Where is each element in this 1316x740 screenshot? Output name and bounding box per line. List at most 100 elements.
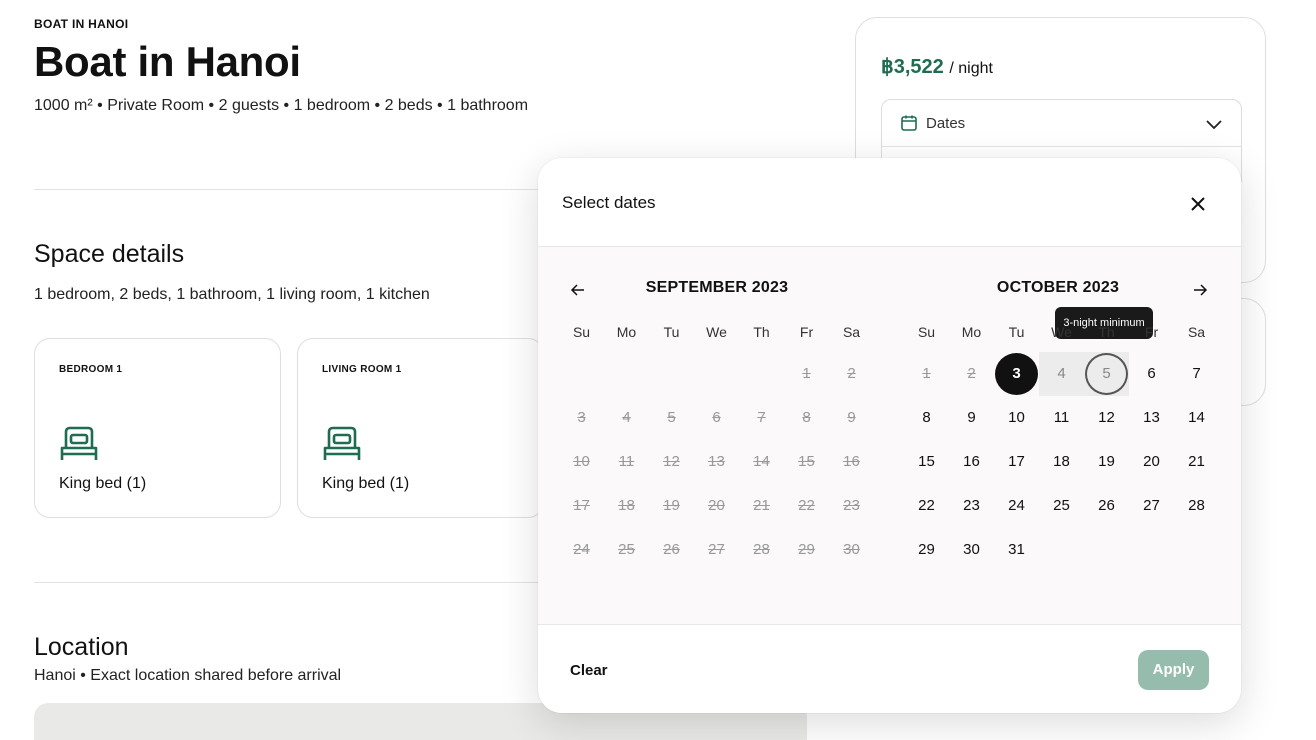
next-month-icon[interactable]	[1191, 281, 1209, 299]
calendar-day: 2	[847, 365, 856, 382]
weekday-header: Fr	[1144, 324, 1159, 340]
calendar-day: 23	[843, 497, 860, 514]
calendar-day: 6	[712, 409, 721, 426]
calendar-day: 3	[577, 409, 586, 426]
calendar-day: 10	[573, 453, 590, 470]
clear-button[interactable]: Clear	[570, 662, 608, 679]
location-summary: Hanoi • Exact location shared before arr…	[34, 667, 342, 684]
calendar-day[interactable]: 11	[1039, 396, 1084, 440]
page-title: Boat in Hanoi	[34, 38, 301, 85]
calendar-day[interactable]: 21	[1174, 440, 1219, 484]
chevron-down-icon	[1206, 120, 1222, 130]
listing-eyebrow: BOAT IN HANOI	[34, 17, 129, 31]
calendar-day[interactable]: 18	[1039, 440, 1084, 484]
calendar-day[interactable]: 12	[1084, 396, 1129, 440]
calendar-day: 27	[708, 541, 725, 558]
bed-description: King bed (1)	[59, 475, 147, 492]
calendar-day: 9	[847, 409, 856, 426]
weekday-header: We	[706, 324, 727, 340]
calendar-day[interactable]: 24	[994, 484, 1039, 528]
calendar-day[interactable]: 10	[994, 396, 1039, 440]
calendar-day: 16	[843, 453, 860, 470]
calendar-day: 22	[798, 497, 815, 514]
month-title-september: SEPTEMBER 2023	[645, 279, 789, 296]
weekday-header: Th	[1098, 324, 1115, 340]
calendar-day[interactable]: 27	[1129, 484, 1174, 528]
calendar-day[interactable]: 13	[1129, 396, 1174, 440]
room-card: BEDROOM 1 King bed (1)	[34, 338, 281, 518]
weekday-header: Su	[572, 324, 591, 340]
weekday-header: Mo	[961, 324, 982, 340]
calendar-day[interactable]: 4	[1039, 352, 1084, 396]
calendar-day: 5	[667, 409, 676, 426]
space-heading: Space details	[34, 240, 185, 268]
calendar-day[interactable]: 3	[994, 352, 1039, 396]
calendar-day[interactable]: 25	[1039, 484, 1084, 528]
weekday-header: Su	[917, 324, 936, 340]
calendar-day[interactable]: 6	[1129, 352, 1174, 396]
calendar-day: 14	[753, 453, 770, 470]
calendar-day[interactable]: 28	[1174, 484, 1219, 528]
weekday-header: Sa	[1187, 324, 1206, 340]
modal-title: Select dates	[562, 193, 656, 212]
calendar-day[interactable]: 16	[949, 440, 994, 484]
room-label: BEDROOM 1	[59, 364, 123, 375]
weekday-header: Fr	[799, 324, 814, 340]
calendar-day: 24	[573, 541, 590, 558]
date-picker-modal: Select dates SEPTEMBER 2023 OCTOBER 2023…	[538, 158, 1241, 713]
calendar-day: 2	[967, 365, 976, 382]
calendar-day: 30	[843, 541, 860, 558]
weekday-header: Mo	[616, 324, 637, 340]
calendar-day[interactable]: 29	[904, 528, 949, 572]
dates-label: Dates	[926, 115, 966, 132]
calendar-day[interactable]: 9	[949, 396, 994, 440]
dates-dropdown[interactable]: Dates	[882, 100, 1241, 147]
weekday-header: Tu	[1008, 324, 1025, 340]
listing-summary: 1000 m² • Private Room • 2 guests • 1 be…	[34, 97, 529, 114]
calendar-day: 18	[618, 497, 635, 514]
close-icon[interactable]	[1185, 191, 1211, 217]
calendar-day: 29	[798, 541, 815, 558]
calendar-day[interactable]: 14	[1174, 396, 1219, 440]
room-label: LIVING ROOM 1	[322, 364, 402, 375]
calendar-day: 20	[708, 497, 725, 514]
bed-description: King bed (1)	[322, 475, 410, 492]
weekday-header: Th	[753, 324, 770, 340]
calendar-day: 7	[757, 409, 766, 426]
calendar-day[interactable]: 17	[994, 440, 1039, 484]
calendar-day[interactable]: 20	[1129, 440, 1174, 484]
calendar-day[interactable]: 8	[904, 396, 949, 440]
price-unit: / night	[949, 60, 993, 77]
calendar-day[interactable]: 31	[994, 528, 1039, 572]
weekday-header: Tu	[663, 324, 680, 340]
calendar-day[interactable]: 26	[1084, 484, 1129, 528]
month-title-october: OCTOBER 2023	[996, 279, 1120, 296]
calendar-day[interactable]: 22	[904, 484, 949, 528]
calendar-day[interactable]: 23	[949, 484, 994, 528]
calendar-day: 15	[798, 453, 815, 470]
calendar-day[interactable]: 15	[904, 440, 949, 484]
price-amount: ฿3,522	[881, 56, 944, 78]
calendar-day: 28	[753, 541, 770, 558]
bed-icon	[323, 426, 361, 460]
calendar-day: 19	[663, 497, 680, 514]
calendar-day: 13	[708, 453, 725, 470]
apply-button[interactable]: Apply	[1138, 650, 1209, 690]
calendar-day: 12	[663, 453, 680, 470]
modal-footer: Clear Apply	[538, 624, 1241, 713]
bed-icon	[60, 426, 98, 460]
modal-header: Select dates	[538, 158, 1241, 247]
calendar-day: 11	[618, 453, 635, 470]
calendar-day[interactable]: 19	[1084, 440, 1129, 484]
calendar-day[interactable]: 30	[949, 528, 994, 572]
calendar-day: 26	[663, 541, 680, 558]
calendar-day: 1	[922, 365, 931, 382]
calendar-day: 21	[753, 497, 770, 514]
calendar-day[interactable]: 5	[1084, 352, 1129, 396]
weekday-header: Sa	[842, 324, 861, 340]
calendar-day: 17	[573, 497, 590, 514]
calendar-icon	[901, 115, 917, 131]
calendar-day[interactable]: 7	[1174, 352, 1219, 396]
calendar-day: 4	[622, 409, 631, 426]
space-summary: 1 bedroom, 2 beds, 1 bathroom, 1 living …	[34, 286, 430, 303]
